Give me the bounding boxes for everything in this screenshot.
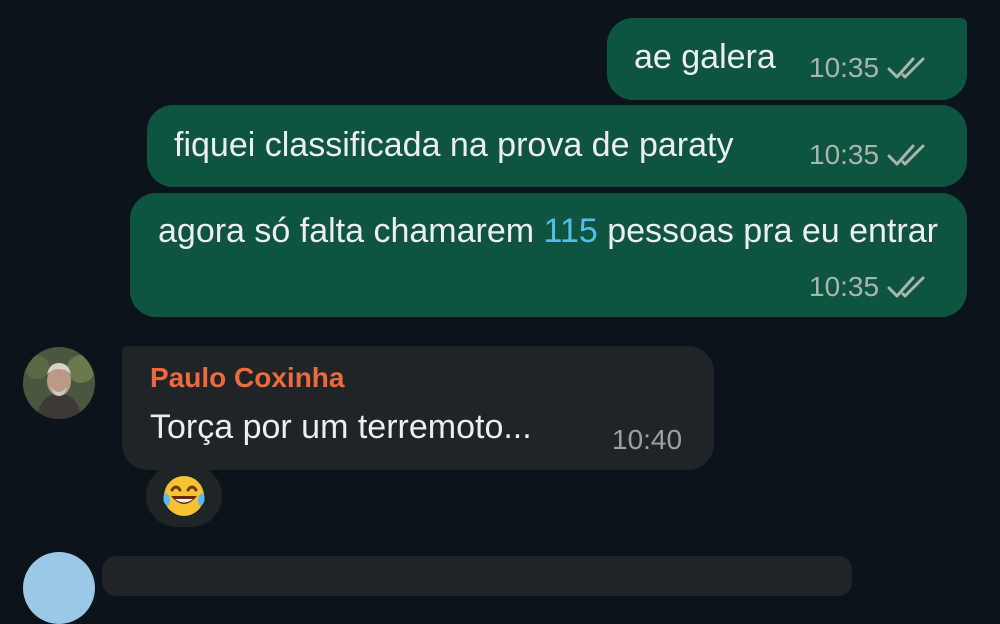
outgoing-message-3[interactable]: agora só falta chamarem 115 pessoas pra … <box>130 193 967 317</box>
next-incoming-message[interactable] <box>102 556 852 596</box>
read-double-check-icon <box>887 141 931 169</box>
message-meta: 10:35 <box>809 271 931 303</box>
avatar-photo <box>23 347 95 419</box>
next-sender-avatar[interactable] <box>23 552 95 624</box>
reaction-badge[interactable] <box>146 465 222 527</box>
message-text-part: agora só falta chamarem <box>158 212 544 250</box>
phone-number-link[interactable]: 115 <box>544 212 598 250</box>
message-text: ae galera <box>634 38 776 76</box>
read-double-check-icon <box>887 273 931 301</box>
sender-name[interactable]: Paulo Coxinha <box>150 362 344 394</box>
message-text-part: pessoas pra eu entrar <box>597 212 938 250</box>
message-meta: 10:40 <box>612 424 682 456</box>
message-text: fiquei classificada na prova de paraty <box>174 126 734 164</box>
incoming-message[interactable]: Paulo Coxinha Torça por um terremoto... … <box>122 346 714 470</box>
message-time: 10:35 <box>809 271 880 302</box>
outgoing-message-2[interactable]: fiquei classificada na prova de paraty 1… <box>147 105 967 187</box>
laughing-tears-emoji-icon <box>163 476 205 516</box>
message-meta: 10:35 <box>809 139 931 171</box>
message-meta: 10:35 <box>809 52 931 84</box>
message-time: 10:35 <box>809 139 880 170</box>
message-time: 10:35 <box>809 52 880 83</box>
outgoing-message-1[interactable]: ae galera 10:35 <box>607 18 967 100</box>
sender-avatar[interactable] <box>23 347 95 419</box>
message-text: Torça por um terremoto... <box>150 408 532 446</box>
message-text: agora só falta chamarem 115 pessoas pra … <box>158 208 938 254</box>
message-time: 10:40 <box>612 424 683 455</box>
read-double-check-icon <box>887 54 931 82</box>
